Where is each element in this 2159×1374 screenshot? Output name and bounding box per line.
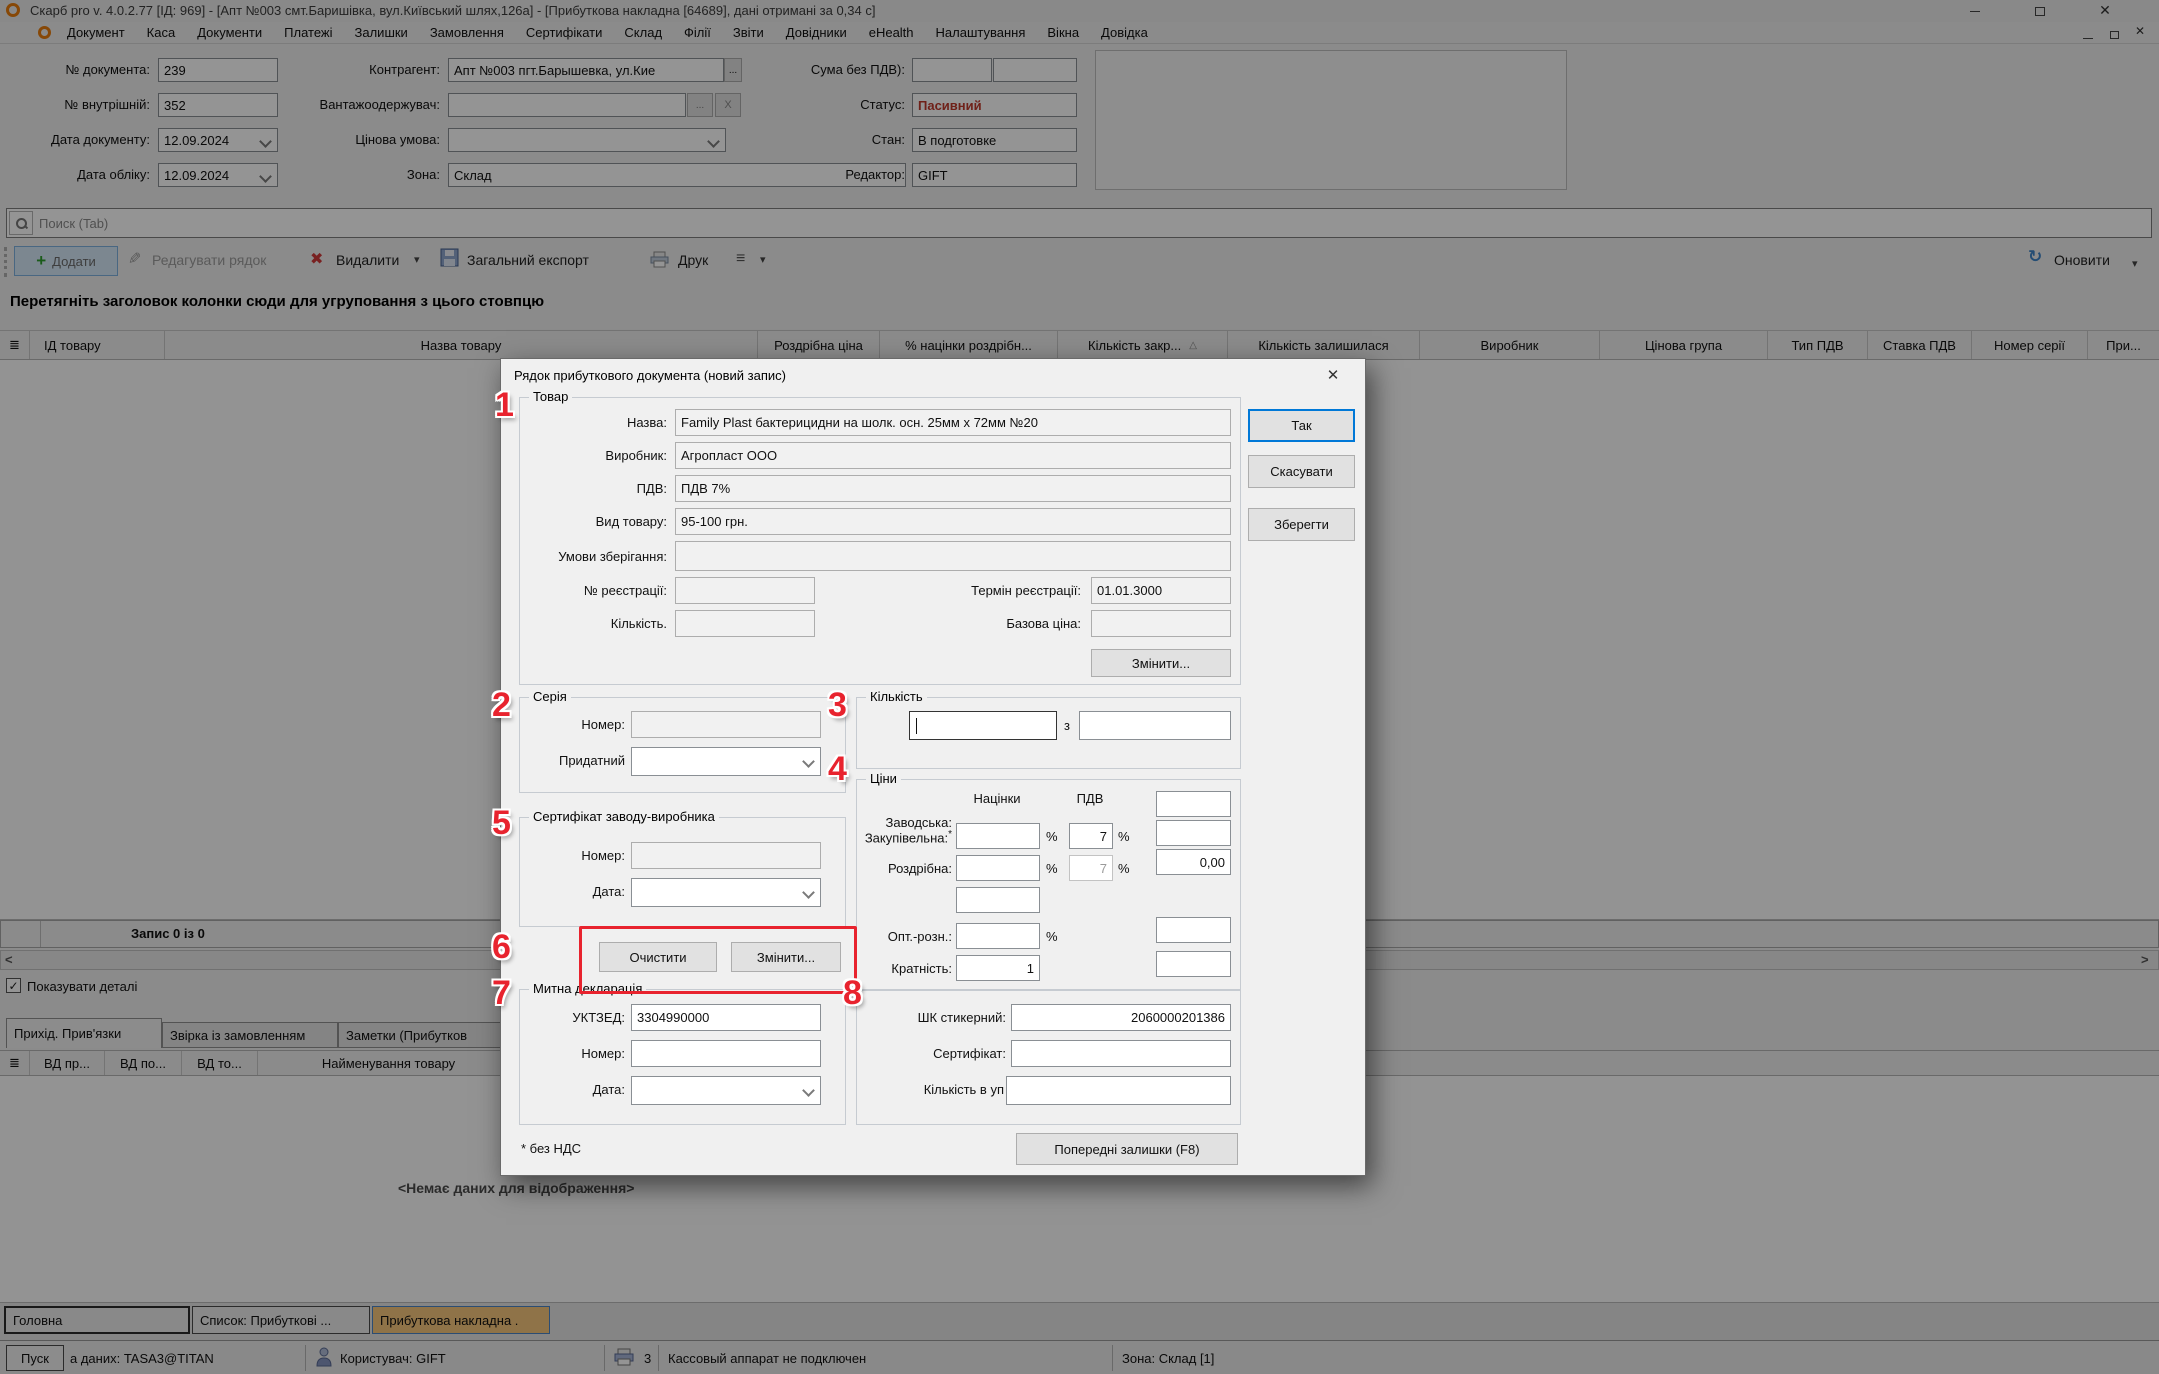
customs-number-field[interactable] <box>631 1040 821 1067</box>
product-qty-label: Кількість. <box>521 616 667 631</box>
product-name-label: Назва: <box>521 415 667 430</box>
series-number-field[interactable] <box>631 711 821 738</box>
product-name-field[interactable]: Family Plast бактерицидни на шолк. осн. … <box>675 409 1231 436</box>
purchase-markup-field[interactable] <box>956 823 1040 849</box>
reg-term-field[interactable]: 01.01.3000 <box>1091 577 1231 604</box>
reg-number-field[interactable] <box>675 577 815 604</box>
wholesale-markup-field[interactable] <box>956 923 1040 949</box>
shk-label: ШК стикерний: <box>861 1010 1006 1025</box>
annotation-7: 7 <box>492 976 511 1010</box>
save-button[interactable]: Зберегти <box>1248 508 1355 541</box>
retail-price-label: Роздрібна: <box>846 861 952 876</box>
purchase-vat-field[interactable]: 7 <box>1069 823 1113 849</box>
base-price-field[interactable] <box>1091 610 1231 637</box>
vat-label: ПДВ: <box>521 481 667 496</box>
app-window: Скарб pro v. 4.0.2.77 [ІД: 969] - [Апт №… <box>0 0 2159 1374</box>
pack-qty-field[interactable] <box>1006 1076 1231 1105</box>
manufacturer-field[interactable]: Агропласт ООО <box>675 442 1231 469</box>
factory-price-label: Заводська: <box>846 815 952 830</box>
dialog-close-button[interactable]: ✕ <box>1313 366 1353 388</box>
dialog-incoming-document-row: Рядок прибуткового документа (новий запи… <box>500 358 1366 1176</box>
cert-number-field[interactable] <box>631 842 821 869</box>
text-caret <box>916 718 917 734</box>
storage-conditions-label: Умови зберігання: <box>521 549 667 564</box>
series-valid-combo[interactable] <box>631 747 821 776</box>
cert-date-chevron-icon <box>802 886 815 899</box>
customs-number-label: Номер: <box>525 1046 625 1061</box>
prices-col-markup: Націнки <box>949 791 1045 806</box>
manufacturer-cert-group: Сертифікат заводу-виробника <box>519 817 846 927</box>
cert-date-label: Дата: <box>525 884 625 899</box>
manufacturer-label: Виробник: <box>521 448 667 463</box>
multiplicity-field[interactable]: 1 <box>956 955 1040 981</box>
retail-vat-field: 7 <box>1069 855 1113 881</box>
purchase-price-field[interactable] <box>1156 820 1231 846</box>
dialog-title: Рядок прибуткового документа (новий запи… <box>514 368 786 383</box>
multiplicity-price-field[interactable] <box>1156 951 1231 977</box>
quantity-of-label: з <box>1064 718 1070 733</box>
annotation-4: 4 <box>828 752 847 786</box>
series-valid-label: Придатний <box>515 753 625 768</box>
purchase-vat-pct: % <box>1118 829 1130 844</box>
series-group-caption: Серія <box>529 689 571 704</box>
vat-field[interactable]: ПДВ 7% <box>675 475 1231 502</box>
annotation-3: 3 <box>828 688 847 722</box>
shk-field[interactable]: 2060000201386 <box>1011 1004 1231 1031</box>
base-price-label: Базова ціна: <box>831 616 1081 631</box>
pack-qty-label: Кількість в уп <box>861 1082 1004 1097</box>
uktzed-label: УКТЗЕД: <box>525 1010 625 1025</box>
purchase-price-label: Закупівельна:* <box>831 829 952 845</box>
purchase-price-label-text: Закупівельна: <box>865 830 948 845</box>
annotation-6: 6 <box>492 930 511 964</box>
customs-date-label: Дата: <box>525 1082 625 1097</box>
customs-date-combo[interactable] <box>631 1076 821 1105</box>
annotation-5: 5 <box>492 806 511 840</box>
reg-number-label: № реєстрації: <box>521 583 667 598</box>
quantity-total-field[interactable] <box>1079 711 1231 740</box>
quantity-input[interactable] <box>909 711 1057 740</box>
product-kind-field[interactable]: 95-100 грн. <box>675 508 1231 535</box>
wholesale-pct: % <box>1046 929 1058 944</box>
dialog-title-bar: Рядок прибуткового документа (новий запи… <box>501 359 1363 393</box>
series-valid-chevron-icon <box>802 755 815 768</box>
product-kind-label: Вид товару: <box>521 514 667 529</box>
product-group-caption: Товар <box>529 389 572 404</box>
sticker-cert-label: Сертифікат: <box>861 1046 1006 1061</box>
vat-footnote: * без НДС <box>521 1141 581 1156</box>
purchase-star: * <box>948 829 952 840</box>
product-qty-field[interactable] <box>675 610 815 637</box>
wholesale-price-field[interactable] <box>1156 917 1231 943</box>
customs-date-chevron-icon <box>802 1084 815 1097</box>
retail-markup-field[interactable] <box>956 855 1040 881</box>
sticker-cert-field[interactable] <box>1011 1040 1231 1067</box>
prices-group-caption: Ціни <box>866 771 901 786</box>
retail-markup-pct: % <box>1046 861 1058 876</box>
quantity-group-caption: Кількість <box>866 689 927 704</box>
prices-col-vat: ПДВ <box>1062 791 1118 806</box>
cancel-button[interactable]: Скасувати <box>1248 455 1355 488</box>
manufacturer-cert-caption: Сертифікат заводу-виробника <box>529 809 719 824</box>
factory-price-field[interactable] <box>1156 791 1231 817</box>
annotation-1: 1 <box>495 388 514 422</box>
retail-vat-pct: % <box>1118 861 1130 876</box>
purchase-markup-pct: % <box>1046 829 1058 844</box>
cert-number-label: Номер: <box>525 848 625 863</box>
storage-conditions-field[interactable] <box>675 541 1231 571</box>
reg-term-label: Термін реєстрації: <box>831 583 1081 598</box>
cert-date-combo[interactable] <box>631 878 821 907</box>
extra-markup-field[interactable] <box>956 887 1040 913</box>
wholesale-label: Опт.-розн.: <box>846 929 952 944</box>
previous-balances-button[interactable]: Попередні залишки (F8) <box>1016 1133 1238 1165</box>
uktzed-field[interactable]: 3304990000 <box>631 1004 821 1031</box>
annotation-2: 2 <box>492 688 511 722</box>
retail-price-field[interactable]: 0,00 <box>1156 849 1231 875</box>
yes-button[interactable]: Так <box>1248 409 1355 442</box>
series-number-label: Номер: <box>525 717 625 732</box>
product-change-button[interactable]: Змінити... <box>1091 649 1231 677</box>
annotation-box-6 <box>579 926 857 994</box>
annotation-8: 8 <box>843 976 862 1010</box>
